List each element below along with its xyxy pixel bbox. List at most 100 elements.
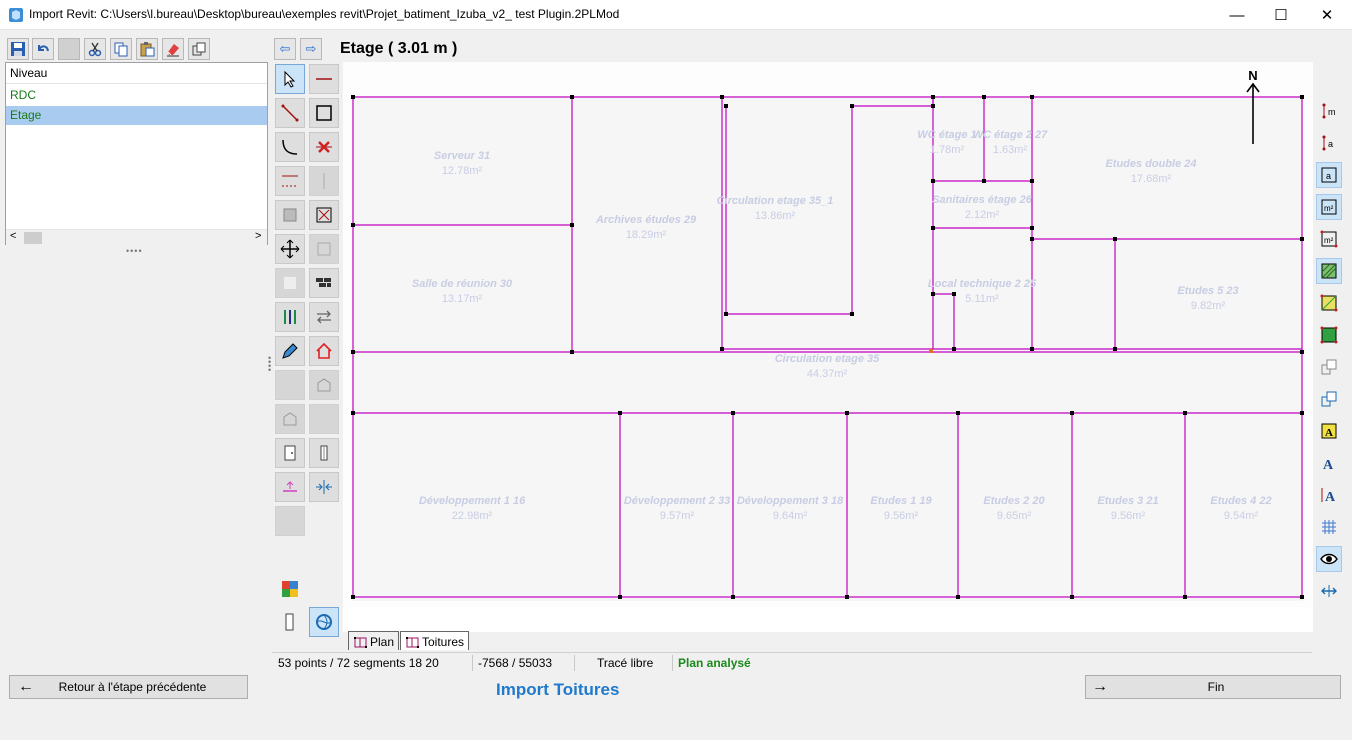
wall-point[interactable] [1300, 350, 1304, 354]
wall-point[interactable] [1070, 595, 1074, 599]
swap-tool[interactable] [309, 302, 339, 332]
text-height-tool[interactable]: A [1316, 482, 1342, 508]
layer-tool[interactable] [276, 608, 304, 636]
wall-point[interactable] [724, 104, 728, 108]
wall-point[interactable] [1030, 95, 1034, 99]
wall-point[interactable] [720, 347, 724, 351]
wall-point[interactable] [731, 595, 735, 599]
scroll-thumb[interactable] [24, 232, 42, 244]
grid-tool[interactable] [1316, 514, 1342, 540]
height-m-tool[interactable]: m [1316, 98, 1342, 124]
floor-plan[interactable]: Serveur 31 12.78m² Archives études 29 18.29… [343, 62, 1313, 632]
wall-point[interactable] [618, 595, 622, 599]
wall-point[interactable] [1300, 95, 1304, 99]
visibility-tool[interactable] [1316, 546, 1342, 572]
3d-view-tool[interactable] [309, 607, 339, 637]
wall-point[interactable] [1300, 237, 1304, 241]
pen-tool[interactable] [275, 336, 305, 366]
duplicate-button[interactable] [188, 38, 210, 60]
next-button[interactable]: ⇨ [300, 38, 322, 60]
splitter-grip[interactable]: •••• [126, 246, 143, 256]
tab-plan[interactable]: Plan [348, 631, 400, 650]
scroll-right-icon[interactable]: > [255, 230, 261, 242]
tab-toitures[interactable]: Toitures [400, 631, 470, 650]
copy-shape-blue-tool[interactable] [1316, 386, 1342, 412]
text-tool[interactable]: A [1316, 450, 1342, 476]
wall-point[interactable] [850, 312, 854, 316]
wall-point[interactable] [931, 104, 935, 108]
wall-point[interactable] [982, 95, 986, 99]
wall-point[interactable] [1113, 237, 1117, 241]
wall-point[interactable] [1183, 595, 1187, 599]
plan-canvas[interactable]: Serveur 31 12.78m² Archives études 29 18.29… [343, 62, 1313, 632]
roof-edge-tool[interactable] [275, 404, 305, 434]
wall-point[interactable] [931, 292, 935, 296]
wall-point[interactable] [351, 95, 355, 99]
delete-segment-tool[interactable] [309, 132, 339, 162]
wall-point[interactable] [1030, 237, 1034, 241]
wall-point[interactable] [931, 179, 935, 183]
scroll-left-icon[interactable]: < [10, 230, 16, 242]
wall-point[interactable] [1030, 226, 1034, 230]
house-tool[interactable] [309, 336, 339, 366]
wall-point[interactable] [570, 223, 574, 227]
wall-point[interactable] [1300, 411, 1304, 415]
hatch-tool[interactable] [1316, 258, 1342, 284]
roof-tool[interactable] [309, 370, 339, 400]
wall-point[interactable] [1070, 411, 1074, 415]
wall-point[interactable] [931, 226, 935, 230]
wall-tool[interactable] [309, 268, 339, 298]
arc-tool[interactable] [275, 132, 305, 162]
wall-point[interactable] [351, 350, 355, 354]
niveau-item-etage[interactable]: Etage [6, 106, 267, 125]
wall-point[interactable] [952, 347, 956, 351]
fill-tool[interactable] [275, 268, 305, 298]
wall-point[interactable] [1183, 411, 1187, 415]
close-button[interactable]: ✕ [1304, 0, 1350, 30]
wall-point[interactable] [1030, 179, 1034, 183]
vertical-splitter-grip[interactable]: • • • • [268, 354, 272, 375]
horizontal-scrollbar[interactable]: < > [6, 229, 267, 245]
undo-button[interactable] [32, 38, 54, 60]
select-tool[interactable] [275, 64, 305, 94]
area-tool[interactable]: m² [1316, 194, 1342, 220]
vertical-line-tool[interactable] [309, 166, 339, 196]
cut-button[interactable] [84, 38, 106, 60]
door-tool[interactable] [275, 438, 305, 468]
paste-button[interactable] [136, 38, 158, 60]
points-box-tool[interactable] [309, 200, 339, 230]
wall-point[interactable] [1300, 595, 1304, 599]
wall-point[interactable] [845, 595, 849, 599]
merge-tool[interactable] [275, 200, 305, 230]
wall-point[interactable] [982, 179, 986, 183]
wall-point[interactable] [1030, 347, 1034, 351]
wall-point[interactable] [952, 292, 956, 296]
maximize-button[interactable]: ☐ [1258, 0, 1304, 30]
move-tool[interactable] [275, 234, 305, 264]
previous-button[interactable]: ⇦ [274, 38, 296, 60]
palette-icon[interactable] [281, 580, 299, 598]
wall-point[interactable] [351, 595, 355, 599]
polygon-green-tool[interactable] [1316, 322, 1342, 348]
wall-point[interactable] [570, 95, 574, 99]
wall-point[interactable] [956, 411, 960, 415]
wall-point[interactable] [1113, 347, 1117, 351]
label-a-tool[interactable]: a [1316, 162, 1342, 188]
wall-point[interactable] [850, 104, 854, 108]
line-tool[interactable] [309, 64, 339, 94]
copy-shape-tool[interactable] [1316, 354, 1342, 380]
save-button[interactable] [7, 38, 29, 60]
diagonal-line-tool[interactable] [275, 98, 305, 128]
wall-point[interactable] [724, 312, 728, 316]
wall-point[interactable] [731, 411, 735, 415]
wall-point[interactable] [931, 95, 935, 99]
copy-button[interactable] [110, 38, 132, 60]
back-button[interactable]: ← Retour à l'étape précédente [9, 675, 248, 699]
niveau-item-rdc[interactable]: RDC [6, 86, 267, 105]
wall-point[interactable] [845, 411, 849, 415]
height-a-tool[interactable]: a [1316, 130, 1342, 156]
fit-width-tool[interactable] [1316, 578, 1342, 604]
offset-tool[interactable] [309, 234, 339, 264]
split-tool[interactable] [309, 472, 339, 502]
columns-tool[interactable] [275, 302, 305, 332]
